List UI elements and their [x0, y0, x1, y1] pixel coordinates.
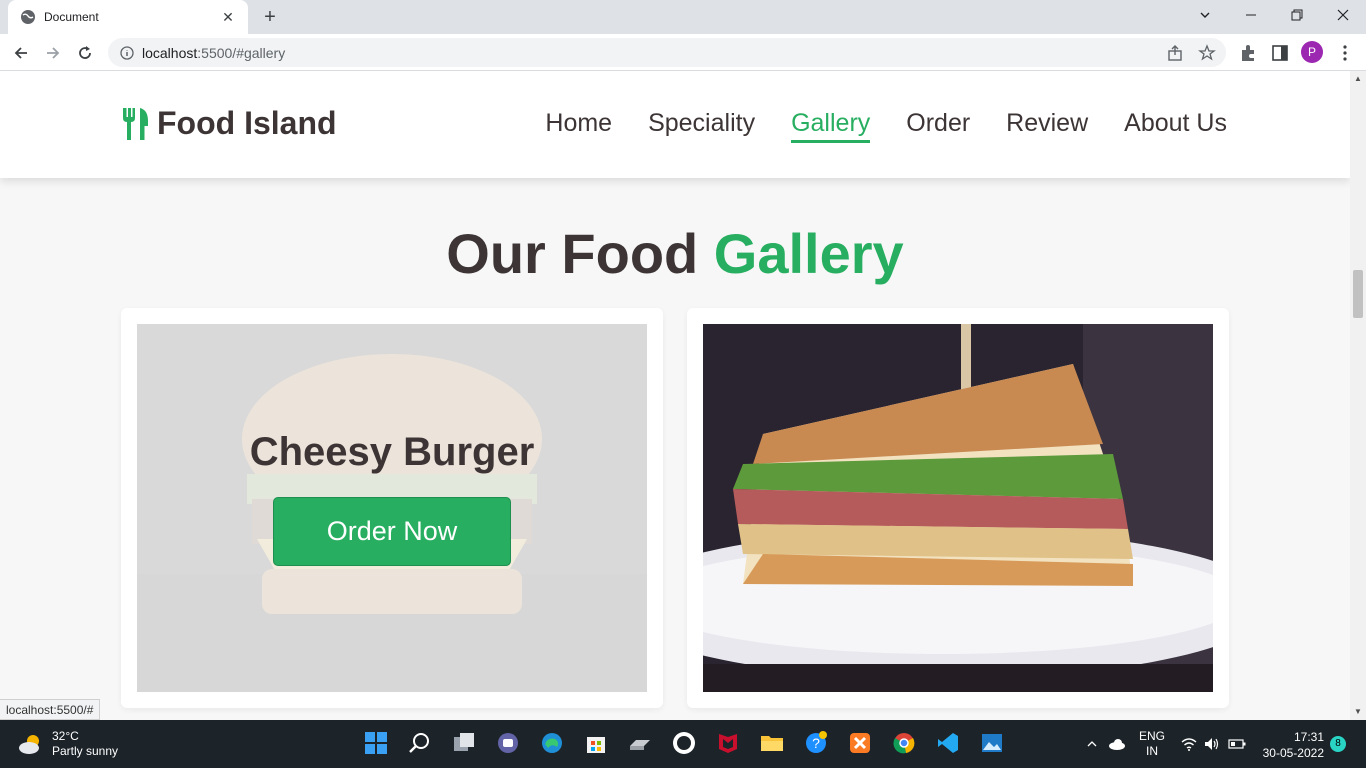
menu-dots-icon[interactable] — [1335, 43, 1355, 63]
edge-icon[interactable] — [539, 730, 565, 756]
close-window-icon[interactable] — [1320, 0, 1366, 30]
teams-chat-icon[interactable] — [495, 730, 521, 756]
scrollbar-thumb[interactable] — [1353, 270, 1363, 318]
profile-avatar[interactable]: P — [1301, 41, 1323, 63]
utensils-icon — [123, 107, 148, 140]
address-bar[interactable]: localhost:5500/#gallery — [108, 38, 1226, 67]
svg-text:?: ? — [812, 735, 820, 751]
logo-text: Food Island — [157, 105, 337, 141]
heading-main: Our Food — [446, 222, 699, 285]
clock-time: 17:31 — [1293, 730, 1324, 744]
browser-tab-strip: Document ✕ + — [0, 0, 1366, 34]
gallery-heading: Our Food Gallery — [0, 221, 1350, 286]
search-icon[interactable] — [407, 730, 433, 756]
clock[interactable]: 17:31 30-05-2022 — [1258, 729, 1324, 761]
main-nav: Home Speciality Gallery Order Review Abo… — [509, 109, 1227, 143]
share-icon[interactable] — [1166, 44, 1184, 62]
region-code: IN — [1146, 744, 1158, 758]
start-icon[interactable] — [363, 730, 389, 756]
url-text: localhost:5500/#gallery — [142, 44, 286, 61]
page-viewport: Food Island Home Speciality Gallery Orde… — [0, 71, 1350, 720]
onedrive-icon[interactable] — [1108, 720, 1126, 768]
heading-accent: Gallery — [713, 222, 904, 285]
side-panel-icon[interactable] — [1270, 43, 1290, 63]
tab-title: Document — [44, 10, 99, 24]
scroll-up-icon[interactable]: ▲ — [1354, 74, 1362, 83]
new-tab-icon[interactable]: + — [258, 5, 282, 29]
burger-photo: Cheesy Burger Order Now — [137, 324, 647, 692]
extensions-icon[interactable] — [1238, 43, 1258, 63]
vscode-icon[interactable] — [935, 730, 961, 756]
nav-speciality[interactable]: Speciality — [648, 109, 755, 143]
status-bar-url: localhost:5500/# — [0, 699, 101, 720]
wifi-icon[interactable] — [1181, 720, 1197, 768]
xampp-icon[interactable] — [847, 730, 873, 756]
volume-icon[interactable] — [1204, 720, 1220, 768]
forward-icon[interactable] — [40, 40, 66, 66]
language-indicator[interactable]: ENG IN — [1139, 720, 1165, 768]
tab-search-icon[interactable] — [1182, 0, 1228, 30]
bookmark-star-icon[interactable] — [1198, 44, 1216, 62]
photos-icon[interactable] — [979, 730, 1005, 756]
back-icon[interactable] — [8, 40, 34, 66]
weather-text: Partly sunny — [52, 744, 119, 758]
nav-review[interactable]: Review — [1006, 109, 1088, 143]
battery-icon[interactable] — [1228, 720, 1246, 768]
site-info-icon[interactable] — [120, 45, 134, 60]
nav-gallery[interactable]: Gallery — [791, 109, 871, 143]
store-icon[interactable] — [583, 730, 609, 756]
close-tab-icon[interactable]: ✕ — [218, 9, 238, 26]
food-name: Cheesy Burger — [249, 430, 535, 474]
card-overlay: Cheesy Burger Order Now — [137, 324, 647, 692]
language-code: ENG — [1139, 729, 1166, 743]
gallery-card-burger[interactable]: Cheesy Burger Order Now — [121, 308, 663, 708]
page-scrollbar[interactable]: ▲ ▼ — [1350, 71, 1366, 720]
temperature: 32°C — [52, 729, 79, 743]
taskbar: 32°C Partly sunny ? ENG IN 17:31 30-05-2… — [0, 720, 1366, 768]
minimize-icon[interactable] — [1228, 0, 1274, 30]
drive-icon[interactable] — [627, 730, 653, 756]
weather-widget[interactable]: 32°C Partly sunny — [18, 729, 118, 759]
site-logo[interactable]: Food Island — [121, 105, 337, 142]
site-header: Food Island Home Speciality Gallery Orde… — [0, 71, 1350, 178]
chrome-icon[interactable] — [891, 730, 917, 756]
restore-icon[interactable] — [1274, 0, 1320, 30]
show-hidden-icons[interactable] — [1086, 720, 1098, 768]
clock-date: 30-05-2022 — [1262, 746, 1324, 760]
globe-icon — [21, 10, 35, 24]
nav-about-us[interactable]: About Us — [1124, 109, 1227, 143]
browser-toolbar: localhost:5500/#gallery P — [0, 34, 1366, 71]
notification-badge[interactable]: 8 — [1330, 736, 1346, 752]
browser-tab[interactable]: Document ✕ — [8, 0, 248, 34]
gallery-card-sandwich[interactable] — [687, 308, 1229, 708]
reload-icon[interactable] — [72, 40, 98, 66]
help-icon[interactable]: ? — [803, 730, 829, 756]
partly-sunny-icon — [19, 735, 39, 754]
scroll-down-icon[interactable]: ▼ — [1354, 707, 1362, 716]
file-explorer-icon[interactable] — [759, 730, 785, 756]
order-now-button[interactable]: Order Now — [273, 497, 511, 566]
task-view-icon[interactable] — [451, 730, 477, 756]
nav-home[interactable]: Home — [545, 109, 612, 143]
github-icon[interactable] — [671, 730, 697, 756]
sandwich-photo — [703, 324, 1213, 692]
mcafee-icon[interactable] — [715, 730, 741, 756]
nav-order[interactable]: Order — [906, 109, 970, 143]
